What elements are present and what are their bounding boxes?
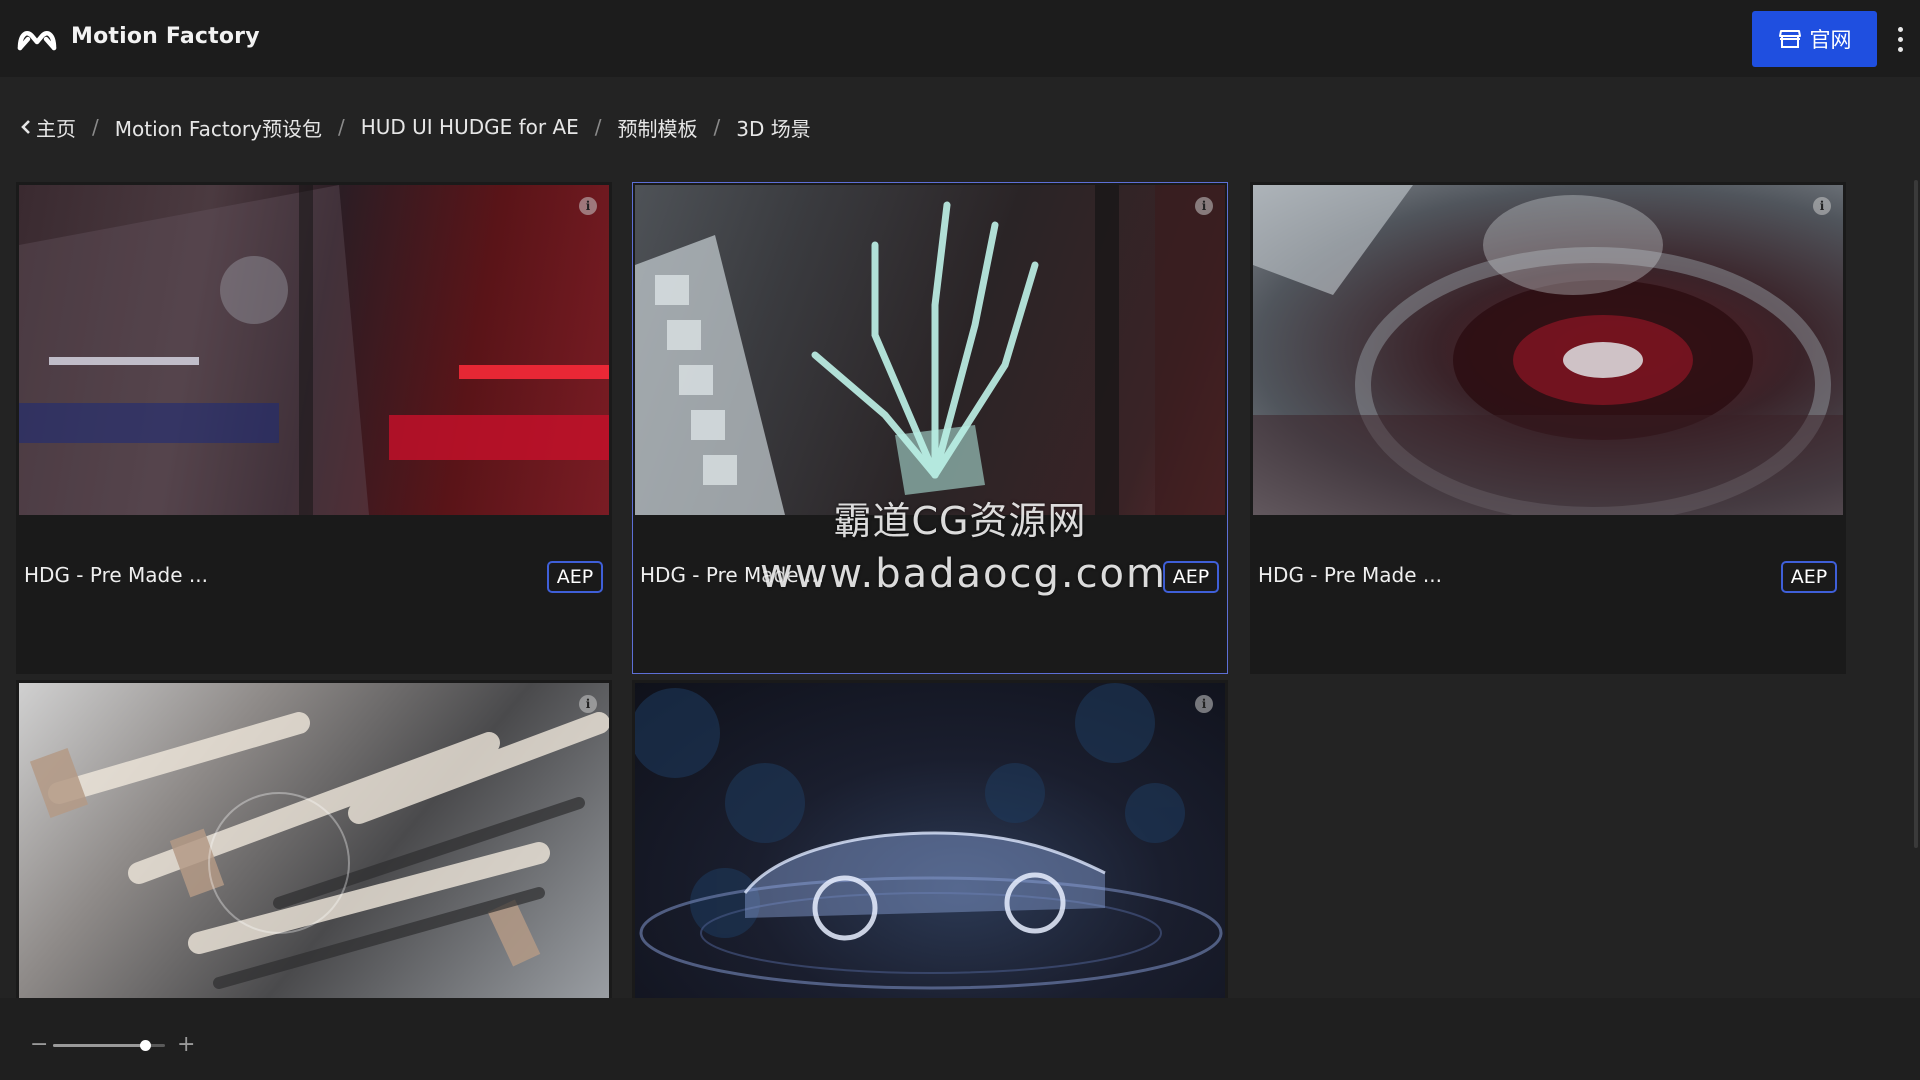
file-type-badge: AEP [1781, 561, 1837, 593]
info-icon[interactable]: i [1195, 695, 1213, 713]
bottom-bar [0, 998, 1920, 1080]
asset-card[interactable]: i HDG - Pre Made ... AEP [632, 182, 1228, 674]
asset-thumbnail: i [635, 185, 1225, 515]
zoom-out-button[interactable]: − [30, 1033, 48, 1057]
asset-card[interactable]: i [632, 680, 1228, 999]
thumbnail-art [635, 683, 1223, 990]
zoom-slider-handle[interactable] [140, 1040, 151, 1051]
asset-thumbnail: i [635, 683, 1225, 999]
thumbnail-art [19, 185, 609, 515]
thumbnail-art [635, 185, 1225, 515]
info-icon[interactable]: i [579, 197, 597, 215]
info-icon[interactable]: i [1195, 197, 1213, 215]
asset-thumbnail: i [19, 683, 609, 999]
asset-card[interactable]: i HDG - Pre Made ... AEP [16, 182, 612, 674]
asset-card[interactable]: i HDG - Pre Made ... AEP [1250, 182, 1846, 674]
file-type-badge: AEP [1163, 561, 1219, 593]
asset-thumbnail: i [1253, 185, 1843, 515]
scrollbar[interactable] [1914, 180, 1918, 848]
asset-card[interactable]: i [16, 680, 612, 999]
zoom-slider[interactable] [53, 1040, 165, 1051]
asset-title: HDG - Pre Made ... [24, 563, 208, 587]
info-icon[interactable]: i [579, 695, 597, 713]
file-type-badge: AEP [547, 561, 603, 593]
asset-title: HDG - Pre Made ... [1258, 563, 1442, 587]
info-icon[interactable]: i [1813, 197, 1831, 215]
asset-grid: i HDG - Pre Made ... AEP i HDG - Pre Mad… [0, 0, 1920, 1000]
thumbnail-art [1253, 185, 1843, 515]
zoom-in-button[interactable]: + [177, 1033, 195, 1057]
asset-title: HDG - Pre Made ... [640, 563, 824, 587]
thumbnail-art [29, 712, 609, 989]
zoom-slider-fill [53, 1044, 145, 1047]
asset-thumbnail: i [19, 185, 609, 515]
